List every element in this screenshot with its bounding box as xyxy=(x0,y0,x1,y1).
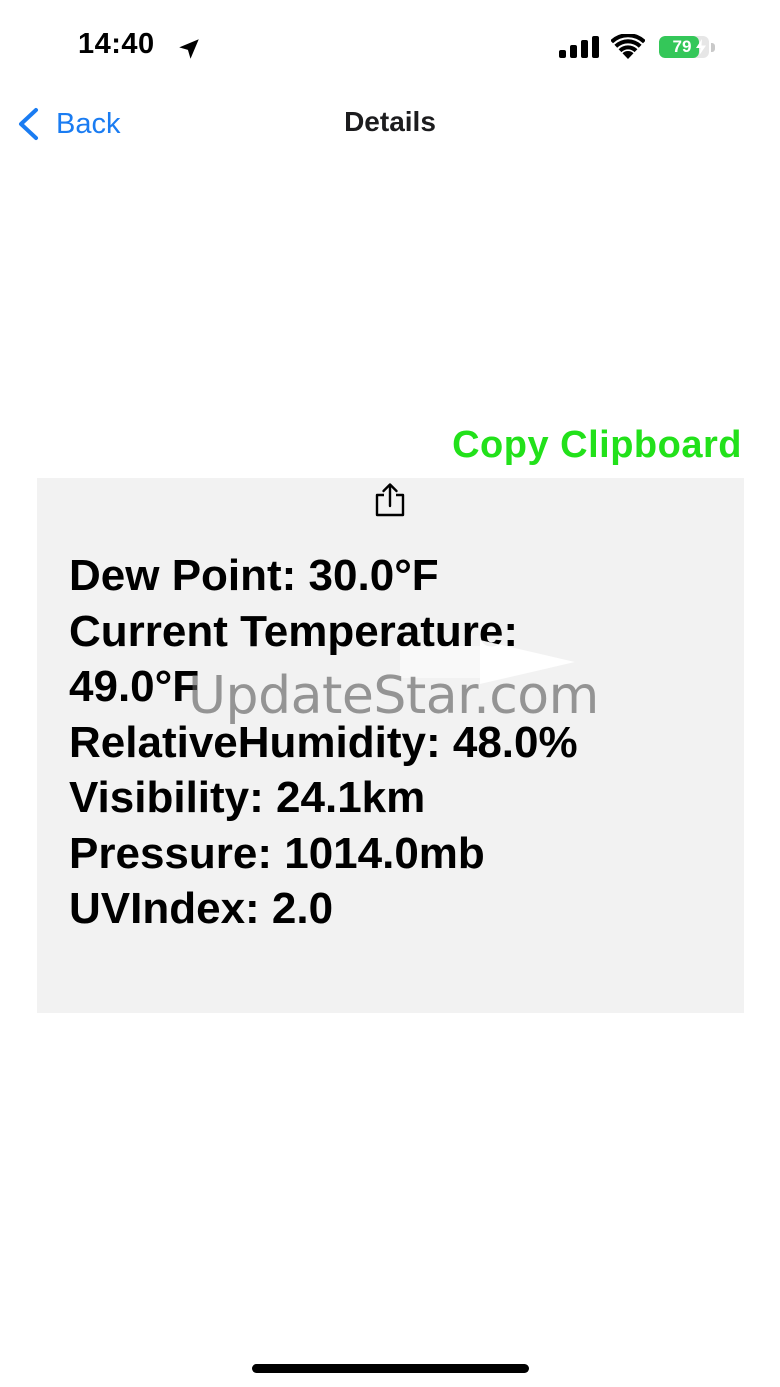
status-bar: 14:40 79 xyxy=(0,0,780,96)
copy-clipboard-button[interactable]: Copy Clipboard xyxy=(452,424,742,467)
pressure-line: Pressure: 1014.0mb xyxy=(69,828,485,878)
share-icon[interactable] xyxy=(373,482,407,518)
back-button[interactable]: Back xyxy=(16,104,120,144)
chevron-left-icon xyxy=(19,108,38,140)
battery-body: 79 xyxy=(659,36,709,58)
cellular-signal-icon xyxy=(559,36,599,58)
weather-details-panel: Dew Point: 30.0°F Current Temperature: 4… xyxy=(37,478,744,1013)
page-title: Details xyxy=(344,106,436,137)
current-temperature-line: Current Temperature: xyxy=(69,606,519,656)
relative-humidity-line: RelativeHumidity: 48.0% xyxy=(69,717,578,767)
wifi-icon xyxy=(611,34,645,59)
dew-point-line: Dew Point: 30.0°F xyxy=(69,551,439,600)
current-temperature-value: 49.0°F xyxy=(69,662,200,711)
uv-index-line: UVIndex: 2.0 xyxy=(69,884,334,933)
charging-bolt-icon xyxy=(696,39,706,55)
home-indicator[interactable] xyxy=(252,1364,529,1373)
status-time: 14:40 xyxy=(78,28,155,60)
navigation-bar: Back Details xyxy=(0,96,780,152)
weather-details-text: Dew Point: 30.0°F Current Temperature: 4… xyxy=(69,548,729,937)
back-label: Back xyxy=(56,107,121,140)
battery-indicator: 79 xyxy=(659,36,715,60)
battery-cap xyxy=(711,43,715,52)
visibility-line: Visibility: 24.1km xyxy=(69,773,426,822)
location-arrow-icon xyxy=(179,39,199,59)
